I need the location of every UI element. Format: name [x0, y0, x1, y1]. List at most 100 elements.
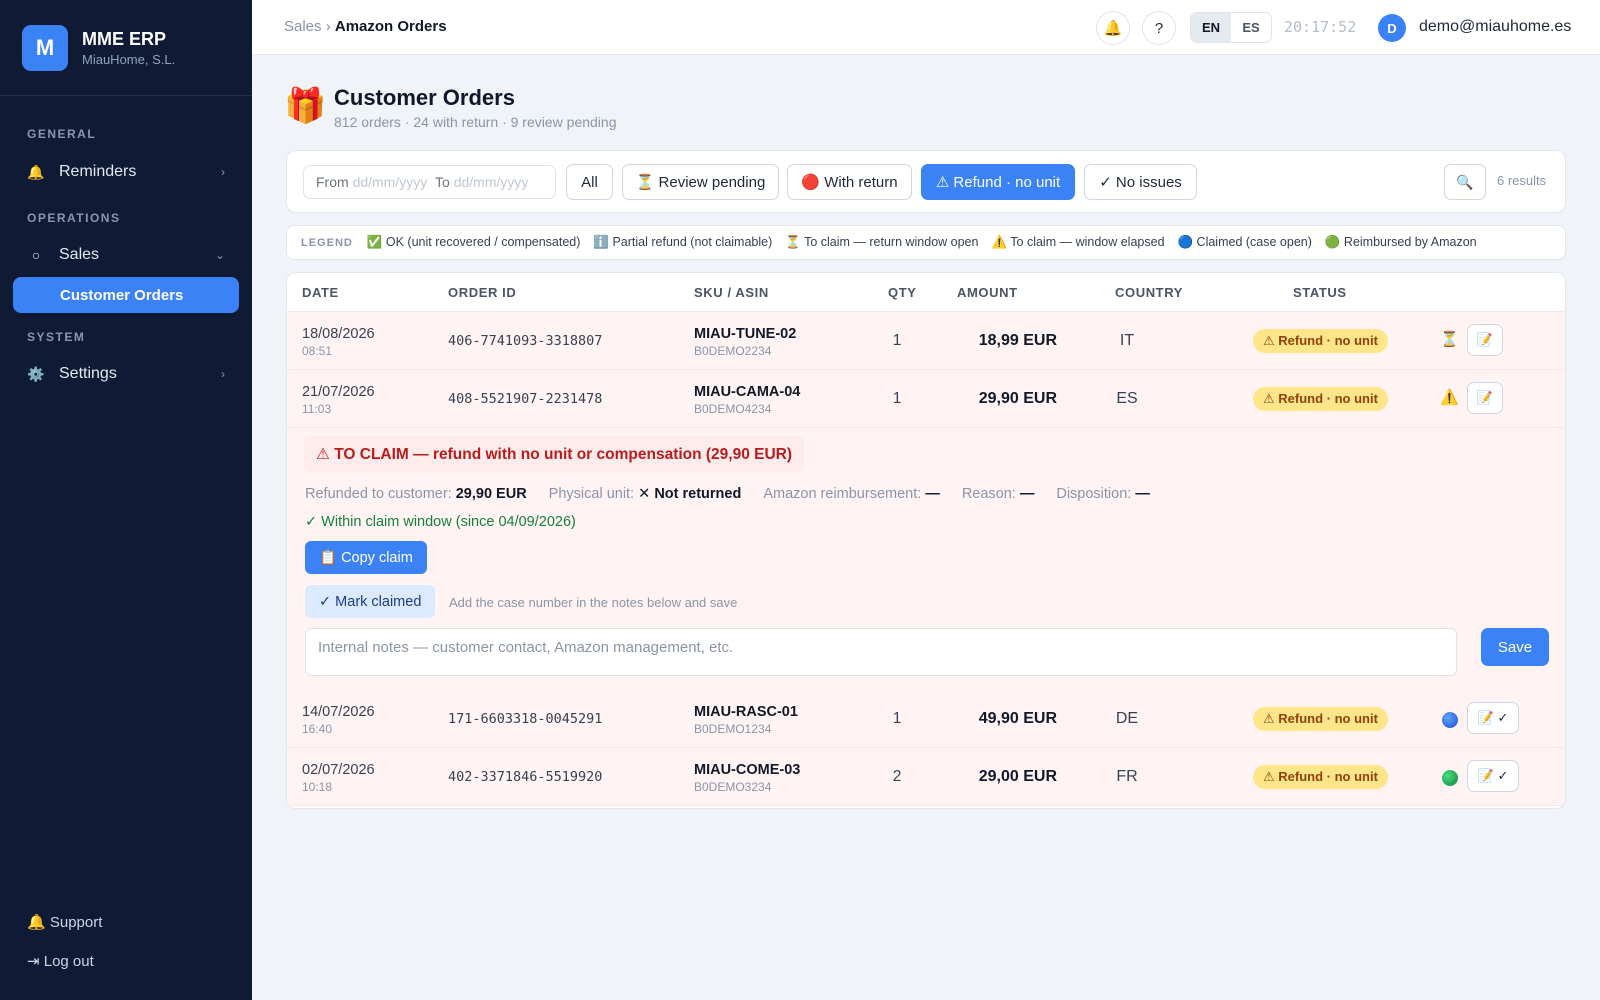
gift-icon: 🎁	[284, 87, 327, 125]
asin: B0DEMO3234	[694, 780, 772, 794]
order-date: 02/07/2026	[302, 762, 375, 778]
country: ES	[1116, 390, 1138, 407]
user-email[interactable]: demo@miauhome.es	[1419, 18, 1571, 36]
table-row[interactable]: 14/07/2026 16:40 171-6603318-0045291 MIA…	[287, 690, 1565, 748]
legend-item-claimed: 🔵 Claimed (case open)	[1177, 235, 1312, 249]
order-time: 10:18	[302, 780, 333, 794]
to-label: To	[435, 174, 450, 190]
status-badge: ⚠ Refund · no unit	[1253, 387, 1388, 411]
physical-label: Physical unit:	[548, 486, 635, 502]
sidebar-item-label: Reminders	[59, 163, 137, 180]
sku: MIAU-RASC-01	[694, 704, 798, 720]
notifications-button[interactable]: 🔔	[1096, 11, 1130, 45]
column-header-order-id[interactable]: ORDER ID	[448, 285, 516, 300]
search-button[interactable]: 🔍	[1444, 164, 1486, 200]
reimb-value: —	[925, 486, 940, 502]
qty: 2	[892, 768, 902, 785]
asin: B0DEMO1234	[694, 722, 772, 736]
avatar[interactable]: D	[1378, 14, 1406, 42]
reason-value: —	[1019, 486, 1035, 502]
table-row[interactable]: 02/07/2026 10:18 402-3371846-5519920 MIA…	[287, 748, 1565, 806]
claim-details: Refunded to customer: 29,90 EUR Physical…	[305, 486, 1172, 502]
help-button[interactable]: ?	[1142, 11, 1176, 45]
amount: 29,90 EUR	[978, 390, 1057, 407]
column-header-amount[interactable]: AMOUNT	[957, 285, 1018, 300]
nav-section-system: SYSTEM	[27, 330, 86, 344]
qty: 1	[892, 390, 902, 407]
sidebar-item-sales[interactable]: ○ Sales ⌄	[13, 237, 239, 273]
order-date: 18/08/2026	[302, 326, 375, 342]
lang-en[interactable]: EN	[1191, 13, 1231, 42]
qty: 1	[892, 710, 902, 727]
lang-es[interactable]: ES	[1231, 13, 1271, 42]
breadcrumb-parent[interactable]: Sales	[284, 18, 322, 35]
edit-notes-button[interactable]: 📝	[1467, 324, 1503, 356]
page-subtitle: 812 orders · 24 with return · 9 review p…	[334, 114, 617, 130]
mark-claimed-button[interactable]: ✓ Mark claimed	[305, 585, 436, 618]
bell-icon: 🔔	[1103, 20, 1123, 37]
column-header-country[interactable]: COUNTRY	[1115, 285, 1183, 300]
filter-refund-no-unit-button[interactable]: ⚠ Refund · no unit	[921, 164, 1075, 200]
copy-claim-button[interactable]: 📋 Copy claim	[305, 541, 427, 574]
order-id: 408-5521907-2231478	[448, 391, 603, 407]
filter-bar: From dd/mm/yyyy To dd/mm/yyyy All ⏳ Revi…	[286, 150, 1566, 213]
filter-all-button[interactable]: All	[566, 164, 613, 200]
filter-no-issues-button[interactable]: ✓ No issues	[1084, 164, 1197, 200]
order-id: 402-3371846-5519920	[448, 769, 603, 785]
language-switcher: EN ES	[1190, 12, 1272, 43]
country: DE	[1115, 710, 1139, 727]
country: IT	[1119, 332, 1135, 349]
order-id: 406-7741093-3318807	[448, 333, 603, 349]
order-id: 171-6603318-0045291	[448, 711, 603, 727]
sidebar-item-reminders[interactable]: 🔔 Reminders ›	[13, 154, 239, 190]
reason-field: Reason: —	[962, 486, 1035, 502]
amount: 29,00 EUR	[978, 768, 1057, 785]
edit-notes-claimed-button[interactable]: 📝 ✓	[1467, 702, 1519, 734]
to-date-placeholder: dd/mm/yyyy	[453, 174, 529, 190]
filter-with-return-button[interactable]: 🔴 With return	[787, 164, 912, 200]
legend-title: LEGEND	[301, 236, 353, 249]
chevron-right-icon: ›	[221, 367, 225, 381]
nav-section-general: GENERAL	[27, 127, 97, 141]
logout-link[interactable]: ⇥ Log out	[27, 952, 94, 970]
refunded-label: Refunded to customer:	[305, 486, 452, 502]
legend-item-reimbursed: 🟢 Reimbursed by Amazon	[1324, 235, 1477, 249]
claim-window-status: ✓ Within claim window (since 04/09/2026)	[305, 514, 576, 530]
column-header-date[interactable]: DATE	[302, 285, 339, 300]
asin: B0DEMO2234	[694, 344, 772, 358]
country: FR	[1116, 768, 1138, 785]
save-button[interactable]: Save	[1481, 628, 1549, 666]
legend-item-partial: ℹ️ Partial refund (not claimable)	[593, 235, 773, 249]
status-badge: ⚠ Refund · no unit	[1253, 707, 1388, 731]
amount: 18,99 EUR	[978, 332, 1057, 349]
internal-notes-field[interactable]: Internal notes — customer contact, Amazo…	[305, 628, 1457, 676]
sidebar-item-label: Settings	[59, 365, 117, 382]
chevron-right-icon: ›	[221, 165, 225, 179]
column-header-status[interactable]: STATUS	[1293, 285, 1347, 300]
column-header-qty[interactable]: QTY	[888, 285, 917, 300]
disp-label: Disposition:	[1056, 486, 1132, 502]
order-time: 11:03	[302, 402, 332, 416]
sidebar-item-customer-orders[interactable]: Customer Orders	[13, 277, 239, 313]
claim-title: ⚠ TO CLAIM — refund with no unit or comp…	[304, 436, 805, 472]
edit-notes-button[interactable]: 📝	[1467, 382, 1503, 414]
reimb-label: Amazon reimbursement:	[763, 486, 922, 502]
edit-notes-claimed-button[interactable]: 📝 ✓	[1467, 760, 1519, 792]
breadcrumb-separator: ›	[325, 18, 331, 35]
column-header-sku[interactable]: SKU / ASIN	[694, 285, 769, 300]
support-link[interactable]: 🔔 Support	[27, 913, 102, 931]
table-row[interactable]: 18/08/2026 08:51 406-7741093-3318807 MIA…	[287, 312, 1565, 370]
blue-circle-icon	[1442, 712, 1458, 728]
table-row[interactable]: 21/07/2026 11:03 408-5521907-2231478 MIA…	[287, 370, 1565, 428]
sidebar-item-label: Sales	[59, 246, 100, 263]
sidebar-item-settings[interactable]: ⚙️ Settings ›	[13, 356, 239, 392]
breadcrumb-current: Amazon Orders	[334, 18, 447, 35]
sidebar-item-label: Customer Orders	[60, 286, 184, 304]
reason-label: Reason:	[961, 486, 1016, 502]
legend-item-ok: ✅ OK (unit recovered / compensated)	[366, 235, 581, 249]
mark-claimed-hint: Add the case number in the notes below a…	[449, 595, 738, 610]
sku: MIAU-COME-03	[694, 762, 801, 778]
date-range-input[interactable]: From dd/mm/yyyy To dd/mm/yyyy	[303, 165, 556, 199]
legend: LEGEND ✅ OK (unit recovered / compensate…	[286, 225, 1566, 260]
filter-review-pending-button[interactable]: ⏳ Review pending	[622, 164, 779, 200]
